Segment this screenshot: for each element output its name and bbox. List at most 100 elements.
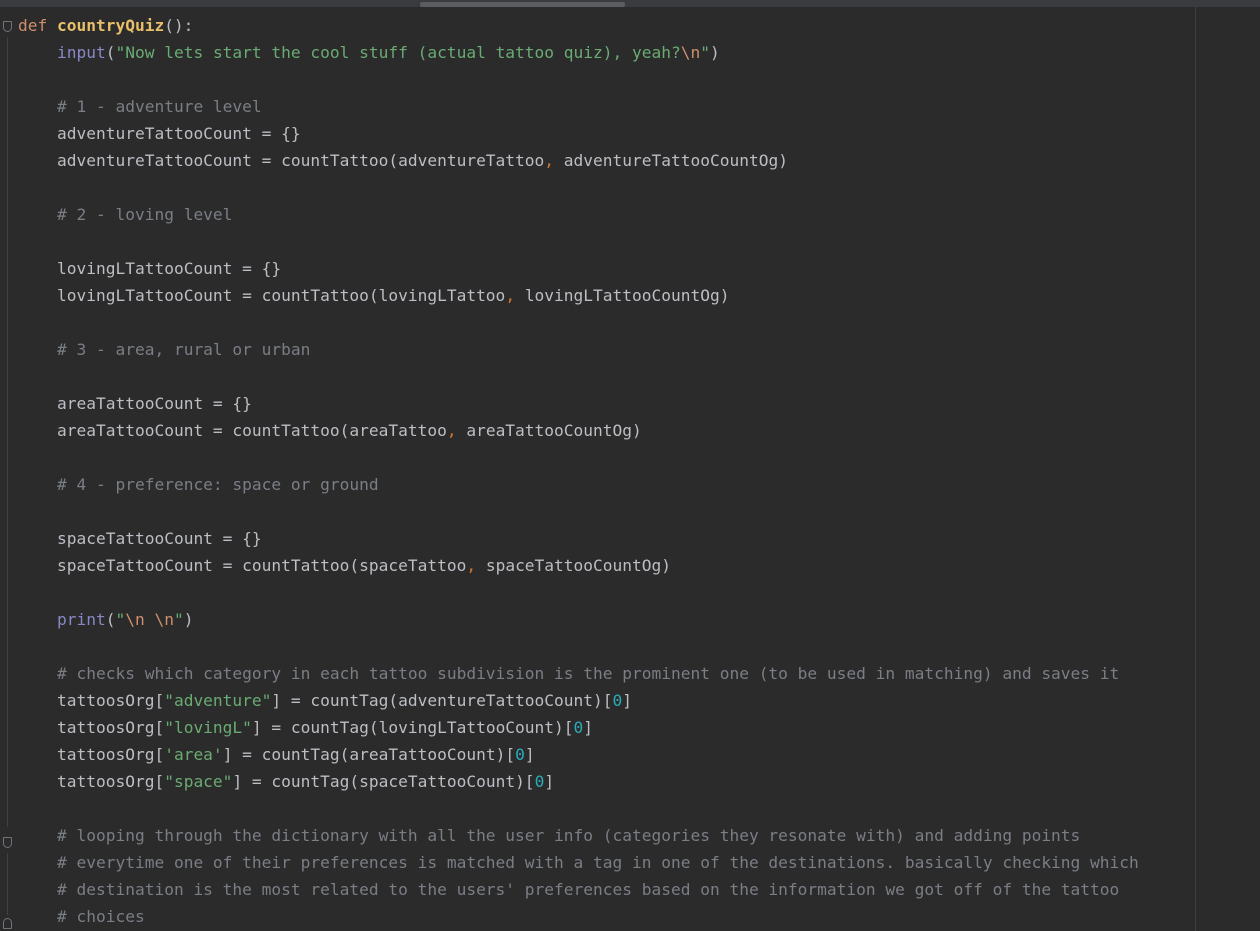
code-line[interactable] xyxy=(18,174,57,201)
code-line[interactable] xyxy=(18,579,57,606)
code-token: adventureTattooCountOg) xyxy=(563,151,788,170)
code-line[interactable]: print("\n \n") xyxy=(18,606,193,633)
code-token: \n xyxy=(680,43,701,62)
code-token: def xyxy=(18,16,57,35)
fold-collapse-icon[interactable] xyxy=(3,21,12,32)
code-token: 0 xyxy=(534,772,545,791)
code-token: , xyxy=(505,286,525,305)
fold-expand-icon[interactable] xyxy=(3,918,12,929)
code-token: # checks which category in each tattoo s… xyxy=(57,664,1120,683)
code-token: adventureTattooCount = {} xyxy=(57,124,301,143)
code-token: "adventure" xyxy=(164,691,272,710)
code-token: areaTattooCountOg) xyxy=(466,421,642,440)
code-line[interactable] xyxy=(18,228,57,255)
code-token: countryQuiz xyxy=(56,16,165,35)
code-token: ] xyxy=(544,772,555,791)
code-line[interactable] xyxy=(18,444,57,471)
fold-guide xyxy=(7,37,8,827)
code-line[interactable] xyxy=(18,795,57,822)
code-token: , xyxy=(446,421,467,440)
horizontal-scrollbar[interactable] xyxy=(0,0,1260,7)
code-token: " xyxy=(115,610,126,629)
code-token: lovingLTattooCount = countTattoo(lovingL… xyxy=(57,286,506,305)
code-line[interactable]: # 3 - area, rural or urban xyxy=(18,336,310,363)
code-line[interactable] xyxy=(18,498,57,525)
code-line[interactable]: tattoosOrg["adventure"] = countTag(adven… xyxy=(18,687,632,714)
code-line[interactable]: lovingLTattooCount = countTattoo(lovingL… xyxy=(18,282,729,309)
code-line[interactable]: tattoosOrg['area'] = countTag(areaTattoo… xyxy=(18,741,535,768)
code-line[interactable]: def countryQuiz(): xyxy=(18,12,193,39)
code-token: , xyxy=(544,151,564,170)
code-token: 'area' xyxy=(164,745,223,764)
code-line[interactable]: areaTattooCount = {} xyxy=(18,390,252,417)
code-token: areaTattooCount = countTattoo(areaTattoo xyxy=(57,421,447,440)
code-line[interactable]: # 2 - loving level xyxy=(18,201,232,228)
code-line[interactable]: # checks which category in each tattoo s… xyxy=(18,660,1119,687)
code-token: # everytime one of their preferences is … xyxy=(57,853,1139,872)
code-line[interactable]: lovingLTattooCount = {} xyxy=(18,255,281,282)
code-token: tattoosOrg[ xyxy=(57,691,165,710)
code-line[interactable]: # choices xyxy=(18,903,145,930)
code-token: # 4 - preference: space or ground xyxy=(57,475,379,494)
code-token: ) xyxy=(183,610,194,629)
code-token: ] xyxy=(524,745,535,764)
code-token: # choices xyxy=(57,907,145,926)
code-line[interactable]: tattoosOrg["lovingL"] = countTag(lovingL… xyxy=(18,714,593,741)
fold-guide xyxy=(7,853,8,915)
code-token: ] = countTag(lovingLTattooCount)[ xyxy=(251,718,574,737)
code-token: spaceTattooCount = countTattoo(spaceTatt… xyxy=(57,556,467,575)
code-token: # 3 - area, rural or urban xyxy=(57,340,311,359)
scrollbar-thumb[interactable] xyxy=(420,2,625,7)
code-token: ) xyxy=(710,43,720,62)
code-line[interactable]: areaTattooCount = countTattoo(areaTattoo… xyxy=(18,417,642,444)
code-token: (): xyxy=(164,16,194,35)
code-token: 0 xyxy=(612,691,623,710)
code-line[interactable]: spaceTattooCount = countTattoo(spaceTatt… xyxy=(18,552,671,579)
code-line[interactable]: # 4 - preference: space or ground xyxy=(18,471,379,498)
code-token: lovingLTattooCountOg) xyxy=(524,286,730,305)
code-token: \n xyxy=(125,610,145,629)
code-line[interactable]: adventureTattooCount = countTattoo(adven… xyxy=(18,147,788,174)
code-token: lovingLTattooCount = {} xyxy=(57,259,282,278)
code-token: ] = countTag(adventureTattooCount)[ xyxy=(271,691,613,710)
code-token: spaceTattooCount = {} xyxy=(57,529,262,548)
code-token: input xyxy=(57,43,106,62)
code-token: tattoosOrg[ xyxy=(57,745,165,764)
code-token: 0 xyxy=(573,718,584,737)
code-token: "space" xyxy=(164,772,233,791)
code-line[interactable]: # looping through the dictionary with al… xyxy=(18,822,1080,849)
code-token: " xyxy=(700,43,710,62)
code-line[interactable] xyxy=(18,363,57,390)
code-line[interactable] xyxy=(18,66,57,93)
code-token: # looping through the dictionary with al… xyxy=(57,826,1081,845)
code-line[interactable]: adventureTattooCount = {} xyxy=(18,120,301,147)
fold-collapse-icon[interactable] xyxy=(3,837,12,848)
code-line[interactable]: # destination is the most related to the… xyxy=(18,876,1119,903)
code-token: ] = countTag(spaceTattooCount)[ xyxy=(232,772,535,791)
code-line[interactable]: input("Now lets start the cool stuff (ac… xyxy=(18,39,720,66)
code-token: " xyxy=(173,610,184,629)
right-margin-guide xyxy=(1195,7,1196,931)
editor-gutter xyxy=(0,7,14,931)
code-token: tattoosOrg[ xyxy=(57,718,165,737)
code-token: 0 xyxy=(515,745,525,764)
code-token: ] = countTag(areaTattooCount)[ xyxy=(222,745,516,764)
code-token: spaceTattooCountOg) xyxy=(485,556,671,575)
code-token: , xyxy=(466,556,486,575)
code-line[interactable]: tattoosOrg["space"] = countTag(spaceTatt… xyxy=(18,768,554,795)
code-line[interactable]: # 1 - adventure level xyxy=(18,93,262,120)
code-line[interactable]: spaceTattooCount = {} xyxy=(18,525,262,552)
code-token: print xyxy=(57,610,106,629)
code-token: "lovingL" xyxy=(164,718,252,737)
code-line[interactable] xyxy=(18,309,57,336)
code-token: \n xyxy=(154,610,174,629)
code-token: areaTattooCount = {} xyxy=(57,394,252,413)
code-token: adventureTattooCount = countTattoo(adven… xyxy=(57,151,545,170)
code-token: ] xyxy=(622,691,633,710)
code-line[interactable] xyxy=(18,633,57,660)
code-token: # 2 - loving level xyxy=(57,205,233,224)
code-token: # destination is the most related to the… xyxy=(57,880,1120,899)
code-line[interactable]: # everytime one of their preferences is … xyxy=(18,849,1139,876)
code-editor[interactable]: def countryQuiz(): input("Now lets start … xyxy=(0,0,1260,931)
code-token: "Now lets start the cool stuff (actual t… xyxy=(115,43,681,62)
